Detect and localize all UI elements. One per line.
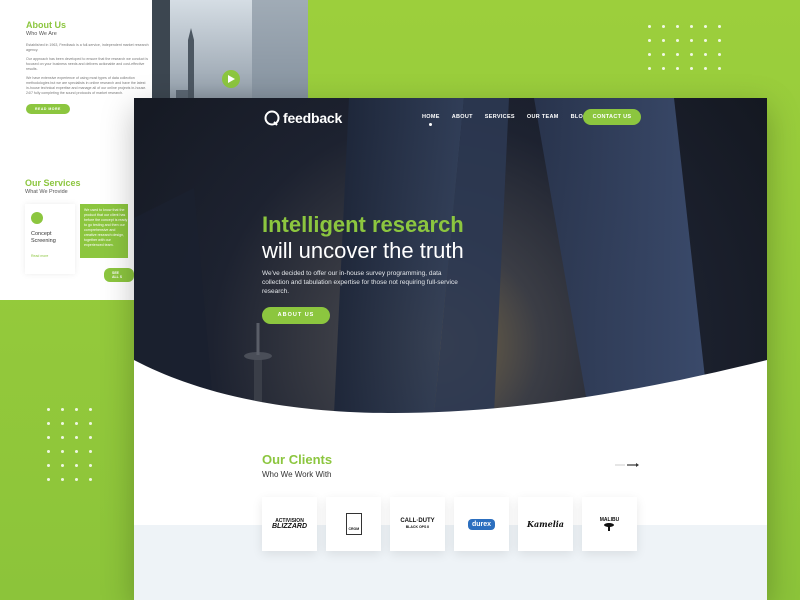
about-us-button[interactable]: ABOUT US: [262, 307, 330, 324]
play-video-button[interactable]: [222, 70, 240, 88]
blizzard-text: BLIZZARD: [272, 523, 307, 530]
client-logo-call-of-duty: CALL·DUTY BLACK OPS II: [390, 497, 445, 551]
call-of-duty-logo: CALL·DUTY BLACK OPS II: [400, 518, 434, 530]
about-paragraph-3: We have extensive experience of using mo…: [26, 76, 147, 95]
services-title: Our Services: [25, 178, 81, 188]
brand-logo[interactable]: feedback: [264, 110, 342, 126]
nav-item-our-team[interactable]: OUR TEAM: [527, 114, 559, 120]
client-logo-durex: durex: [454, 497, 509, 551]
client-logo-activision-blizzard: ACTIVISION BLIZZARD: [262, 497, 317, 551]
top-navigation: feedback HOME ABOUT SERVICES OUR TEAM BL…: [134, 98, 767, 138]
clients-heading: Our Clients Who We Work With: [262, 452, 332, 479]
nav-menu: HOME ABOUT SERVICES OUR TEAM BLOGS: [422, 114, 604, 126]
service-description: We used to know that the product that ou…: [84, 208, 128, 247]
nav-item-about[interactable]: ABOUT: [452, 114, 473, 120]
activision-blizzard-logo: ACTIVISION BLIZZARD: [272, 518, 307, 530]
hero-headline: Intelligent research will uncover the tr…: [262, 212, 464, 264]
about-title: About Us: [26, 20, 66, 30]
nav-item-services[interactable]: SERVICES: [485, 114, 515, 120]
see-all-services-button[interactable]: SEE ALL S: [104, 268, 134, 282]
clients-subtitle: Who We Work With: [262, 470, 332, 479]
read-more-button[interactable]: READ MORE: [26, 104, 70, 114]
hero-headline-green: Intelligent research: [262, 212, 464, 237]
crom-logo: CROM: [345, 513, 362, 535]
service-description-panel: We used to know that the product that ou…: [80, 204, 128, 258]
crom-text: CROM: [348, 527, 360, 531]
about-subtitle: Who We Are: [26, 31, 57, 37]
feedback-logo-icon: [264, 110, 280, 126]
clients-slider-arrow[interactable]: [615, 463, 639, 467]
logo-text: feedback: [283, 110, 343, 126]
about-paragraph-1: Established in 1963, Feedback is a full-…: [26, 43, 149, 52]
client-logo-row: ACTIVISION BLIZZARD CROM CALL·DUTY BLACK…: [262, 497, 637, 551]
hero-headline-white: will uncover the truth: [262, 238, 464, 263]
client-logo-kamelia: Kamelia: [518, 497, 573, 551]
concept-icon: [31, 212, 43, 224]
dot-pattern-left: [47, 408, 103, 492]
kamelia-text: Kamelia: [527, 519, 564, 529]
play-icon: [227, 75, 235, 83]
service-read-more-link[interactable]: Read more: [31, 254, 48, 258]
services-subtitle: What We Provide: [25, 189, 68, 195]
clients-title: Our Clients: [262, 452, 333, 467]
services-preview-card: Our Services What We Provide Concept Scr…: [0, 138, 134, 300]
main-landing-card: feedback HOME ABOUT SERVICES OUR TEAM BL…: [134, 98, 767, 600]
about-paragraph-2: Our approach has been developed to ensur…: [26, 57, 149, 71]
service-title: Concept Screening: [31, 231, 56, 244]
palm-tree-icon: [604, 523, 615, 531]
durex-text: durex: [467, 518, 496, 530]
black-ops-text: BLACK OPS II: [405, 525, 430, 529]
contact-us-button[interactable]: CONTACT US: [583, 109, 641, 125]
dot-pattern-top-right: [648, 25, 732, 81]
hero-description: We've decided to offer our in-house surv…: [262, 270, 458, 295]
client-logo-malibu: MALIBU: [582, 497, 637, 551]
malibu-logo: MALIBU: [600, 517, 619, 531]
service-card-concept-screening[interactable]: Concept Screening Read more: [25, 204, 75, 274]
nav-item-home[interactable]: HOME: [422, 114, 440, 126]
client-logo-crom: CROM: [326, 497, 381, 551]
